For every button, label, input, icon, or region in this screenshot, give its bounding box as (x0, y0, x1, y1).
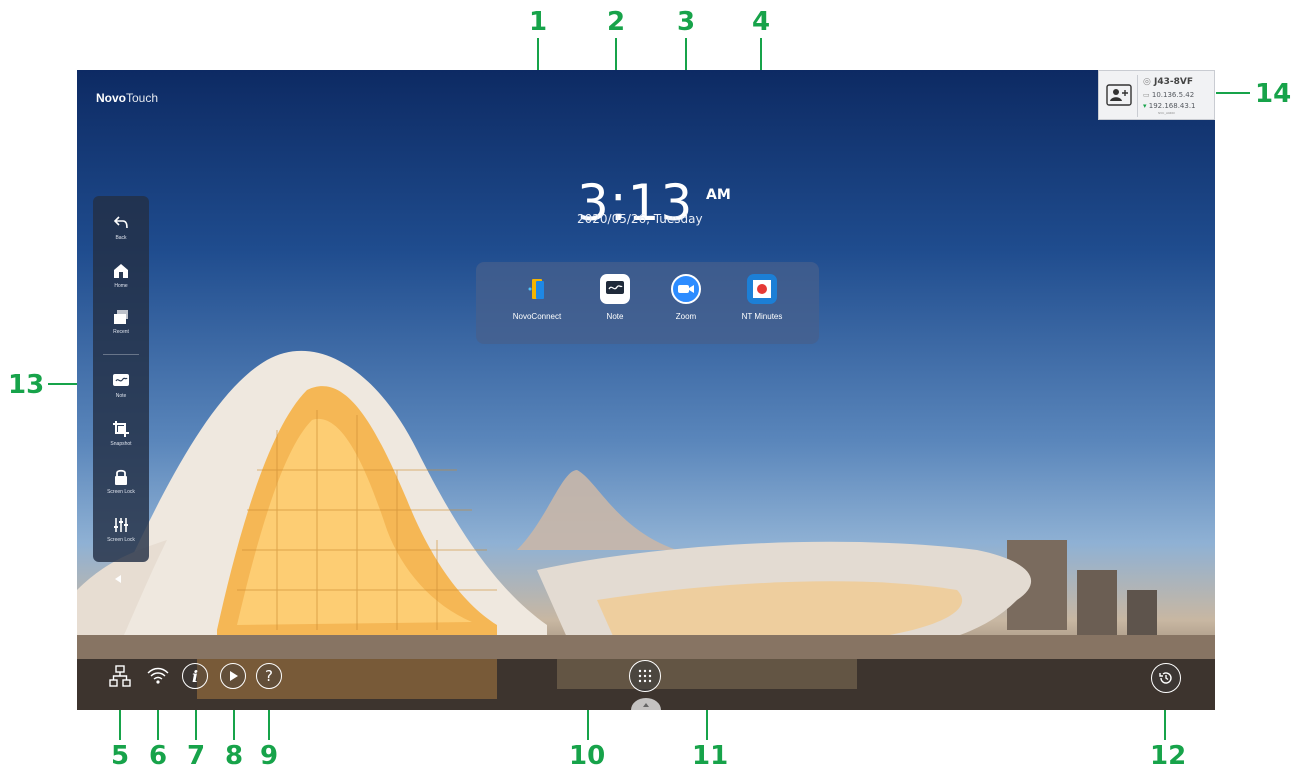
help-icon: ? (265, 667, 273, 685)
callout-1: 1 (529, 7, 548, 37)
sidebar-item-label: Screen Lock (107, 537, 135, 543)
sidebar-item-note[interactable]: Note (93, 372, 149, 399)
sliders-icon (112, 516, 130, 534)
zoom-icon (671, 274, 701, 304)
ethernet-icon (109, 665, 131, 687)
note-icon (112, 372, 130, 390)
clock-ampm: AM (706, 187, 731, 203)
device-code: ◎ J43-8VF (1143, 77, 1193, 87)
lan-ip-value: 10.136.5.42 (1151, 91, 1195, 99)
device-code-value: J43-8VF (1154, 77, 1193, 87)
play-button[interactable] (220, 663, 246, 689)
sidebar-divider (103, 354, 139, 355)
lan-icon: ▭ (1143, 91, 1150, 99)
history-button[interactable] (1151, 663, 1181, 693)
history-icon (1159, 672, 1172, 684)
callout-line-14 (1216, 92, 1250, 94)
back-icon (112, 214, 130, 232)
sidebar-item-back[interactable]: Back (93, 214, 149, 241)
app-zoom[interactable]: Zoom (646, 274, 726, 321)
callout-6: 6 (149, 741, 168, 771)
app-label: Note (606, 312, 624, 321)
app-drawer-button[interactable] (629, 660, 661, 692)
wifi-status-button[interactable] (145, 663, 171, 689)
snapshot-icon (112, 420, 130, 438)
brand-light: Touch (126, 91, 159, 105)
callout-9: 9 (260, 741, 279, 771)
sidebar-item-label: Back (115, 235, 127, 241)
code-icon: ◎ (1143, 77, 1151, 87)
info-icon: i (191, 666, 199, 686)
novoconnect-icon (522, 274, 552, 304)
callout-3: 3 (677, 7, 696, 37)
brand-logo: NovoTouch (96, 91, 158, 105)
app-nt-minutes[interactable]: NT Minutes (722, 274, 802, 321)
device-info-card[interactable]: ◎ J43-8VF ▭ 10.136.5.42 ▾ 192.168.43.1 N… (1098, 70, 1215, 120)
brand-bold: Novo (96, 91, 126, 105)
home-screen: NovoTouch 3:13 AM 2020/05/26, Tuesday No… (77, 70, 1215, 710)
clock-date: 2020/05/26, Tuesday (577, 212, 703, 226)
wifi-ssid: NVC_A0463 (1158, 111, 1175, 115)
callout-12: 12 (1150, 741, 1187, 771)
callout-4: 4 (752, 7, 771, 37)
info-button[interactable]: i (182, 663, 208, 689)
play-icon (230, 671, 238, 681)
callout-14: 14 (1255, 79, 1292, 109)
wifi-small-icon: ▾ (1143, 102, 1147, 110)
nt-minutes-icon (747, 274, 777, 304)
sidebar-collapse-arrow[interactable] (115, 575, 121, 583)
callout-8: 8 (225, 741, 244, 771)
add-user-icon (1105, 82, 1133, 108)
sidebar-item-screen-lock[interactable]: Screen Lock (93, 468, 149, 495)
sidebar-item-label: Recent (113, 329, 129, 335)
app-label: Zoom (675, 312, 697, 321)
app-label: NT Minutes (741, 312, 783, 321)
grid-icon (638, 669, 652, 683)
lan-ip: ▭ 10.136.5.42 (1143, 91, 1194, 99)
sidebar-item-label: Screen Lock (107, 489, 135, 495)
side-toolbar: Back Home Recent Note Snapshot Screen Lo… (93, 196, 149, 562)
callout-2: 2 (607, 7, 626, 37)
wifi-ip-value: 192.168.43.1 (1148, 102, 1196, 110)
chevron-up-icon (643, 703, 649, 707)
wallpaper (77, 350, 1215, 710)
home-icon (112, 262, 130, 280)
wifi-ip: ▾ 192.168.43.1 (1143, 102, 1196, 110)
swipe-up-handle[interactable] (631, 698, 661, 710)
lock-icon (112, 468, 130, 486)
sidebar-item-label: Snapshot (110, 441, 132, 447)
callout-10: 10 (569, 741, 606, 771)
callout-13: 13 (8, 370, 45, 400)
callout-line-11a (706, 706, 708, 740)
ethernet-status-button[interactable] (107, 663, 133, 689)
help-button[interactable]: ? (256, 663, 282, 689)
sidebar-item-snapshot[interactable]: Snapshot (93, 420, 149, 447)
app-label: NovoConnect (512, 312, 562, 321)
info-divider (1137, 75, 1138, 117)
callout-7: 7 (187, 741, 206, 771)
recent-icon (112, 308, 130, 326)
sidebar-item-settings[interactable]: Screen Lock (93, 516, 149, 543)
sidebar-item-label: Home (114, 283, 128, 289)
app-note[interactable]: Note (575, 274, 655, 321)
app-dock: NovoConnect Note Zoom NT Minutes (476, 262, 819, 344)
app-novoconnect[interactable]: NovoConnect (497, 274, 577, 321)
sidebar-item-home[interactable]: Home (93, 262, 149, 289)
callout-11: 11 (692, 741, 729, 771)
note-icon (600, 274, 630, 304)
wifi-icon (147, 667, 169, 684)
sidebar-item-recent[interactable]: Recent (93, 308, 149, 335)
sidebar-item-label: Note (115, 393, 127, 399)
callout-5: 5 (111, 741, 130, 771)
